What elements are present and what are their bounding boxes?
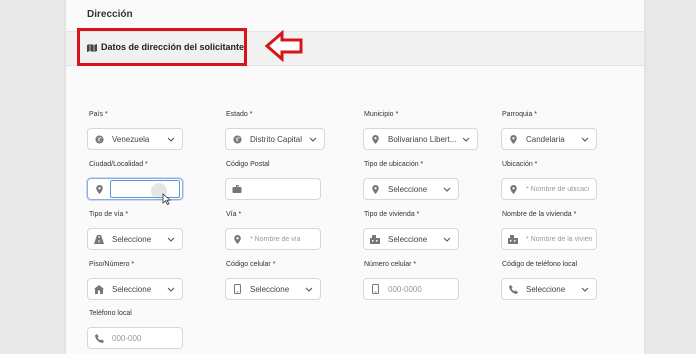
codigo-celular-value: Seleccione	[250, 284, 290, 294]
chevron-down-icon	[306, 137, 320, 142]
label-tipo-vivienda: Tipo de vivienda *	[364, 211, 420, 218]
label-via: Vía *	[226, 211, 242, 218]
label-tipo-ubicacion: Tipo de ubicación *	[364, 161, 424, 168]
tipo-vivienda-select[interactable]: Seleccione	[363, 228, 459, 250]
nombre-vivienda-placeholder: * Nombre de la vivien	[526, 235, 593, 243]
codigo-telefono-value: Seleccione	[526, 284, 566, 294]
home-icon	[88, 279, 110, 299]
telefono-local-input[interactable]: 000-000	[87, 327, 183, 349]
location-pin-icon	[502, 129, 524, 149]
phone-icon	[502, 279, 524, 299]
codigo-celular-select[interactable]: Seleccione	[225, 278, 321, 300]
chevron-down-icon	[578, 137, 592, 142]
tipo-via-value: Seleccione	[112, 234, 152, 244]
label-piso: Piso/Número *	[89, 261, 135, 268]
chevron-down-icon	[164, 287, 178, 292]
via-input[interactable]: * Nombre de vía	[225, 228, 321, 250]
piso-value: Seleccione	[112, 284, 152, 294]
label-codigo-celular: Código celular *	[226, 261, 276, 268]
location-pin-icon	[364, 179, 386, 199]
highlight-box	[77, 28, 247, 66]
mobile-icon	[364, 279, 386, 299]
numero-celular-placeholder: 000-0000	[388, 284, 422, 294]
road-icon	[88, 229, 110, 249]
chevron-down-icon	[164, 137, 178, 142]
chevron-down-icon	[164, 237, 178, 242]
tipo-vivienda-value: Seleccione	[388, 234, 428, 244]
municipio-select[interactable]: Bolivariano Libert...	[363, 128, 478, 150]
codigo-postal-input[interactable]	[225, 178, 321, 200]
location-pin-icon	[502, 179, 524, 199]
section-title: Dirección	[87, 9, 133, 20]
tipo-ubicacion-select[interactable]: Seleccione	[363, 178, 459, 200]
pais-value: Venezuela	[112, 134, 150, 144]
globe-icon	[226, 129, 248, 149]
label-codigo-telefono: Código de teléfono local	[502, 261, 578, 268]
codigo-telefono-select[interactable]: Seleccione	[501, 278, 597, 300]
label-municipio: Municipio *	[364, 111, 399, 118]
label-tipo-via: Tipo de vía *	[89, 211, 129, 218]
ubicacion-input[interactable]: * Nombre de ubicaci	[501, 178, 597, 200]
building-icon	[502, 229, 524, 249]
chevron-down-icon	[302, 287, 316, 292]
via-placeholder: * Nombre de vía	[250, 235, 301, 243]
phone-icon	[88, 328, 110, 348]
label-estado: Estado *	[226, 111, 253, 118]
chevron-down-icon	[459, 137, 473, 142]
chevron-down-icon	[578, 287, 592, 292]
nombre-vivienda-input[interactable]: * Nombre de la vivien	[501, 228, 597, 250]
chevron-down-icon	[440, 187, 454, 192]
tipo-ubicacion-value: Seleccione	[388, 184, 428, 194]
building-icon	[364, 229, 386, 249]
location-pin-icon	[364, 129, 386, 149]
label-parroquia: Parroquia *	[502, 111, 538, 118]
estado-select[interactable]: Distrito Capital	[225, 128, 325, 150]
mouse-pointer-icon	[162, 193, 171, 205]
label-numero-celular: Número celular *	[364, 261, 417, 268]
label-telefono-local: Teléfono local	[89, 310, 132, 317]
ubicacion-placeholder: * Nombre de ubicaci	[526, 185, 590, 193]
label-pais: País *	[89, 111, 108, 118]
mailbox-icon	[226, 179, 248, 199]
globe-icon	[88, 129, 110, 149]
label-ubicacion: Ubicación *	[502, 161, 538, 168]
location-pin-icon	[226, 229, 248, 249]
arrow-left-icon	[264, 30, 303, 62]
estado-value: Distrito Capital	[250, 134, 303, 144]
parroquia-select[interactable]: Candelaria	[501, 128, 597, 150]
piso-select[interactable]: Seleccione	[87, 278, 183, 300]
tipo-via-select[interactable]: Seleccione	[87, 228, 183, 250]
label-ciudad: Ciudad/Localidad *	[89, 161, 148, 168]
label-nombre-vivienda: Nombre de la vivienda *	[502, 211, 577, 218]
chevron-down-icon	[440, 237, 454, 242]
mobile-icon	[226, 279, 248, 299]
parroquia-value: Candelaria	[526, 134, 565, 144]
label-codigo-postal: Código Postal	[226, 161, 270, 168]
municipio-value: Bolivariano Libert...	[388, 134, 457, 144]
numero-celular-input[interactable]: 000-0000	[363, 278, 459, 300]
location-pin-icon	[88, 179, 110, 199]
telefono-local-placeholder: 000-000	[112, 333, 142, 343]
pais-select[interactable]: Venezuela	[87, 128, 183, 150]
